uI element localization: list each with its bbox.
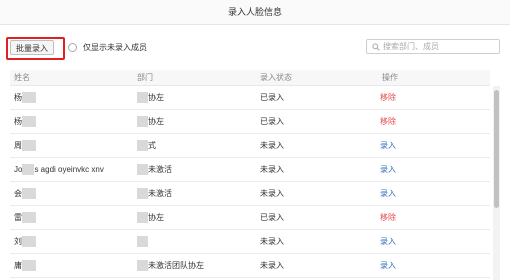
member-name: 杨	[14, 110, 36, 133]
enter-button[interactable]: 录入	[380, 182, 396, 205]
batch-enter-button[interactable]: 批量录入	[10, 40, 54, 55]
enter-button[interactable]: 录入	[380, 134, 396, 157]
remove-button[interactable]: 移除	[380, 110, 396, 133]
table-row: 庸 未激活团队协左 未录入 录入	[10, 254, 490, 278]
table-header: 姓名 部门 录入状态 操作	[10, 70, 490, 86]
member-name: 会	[14, 182, 36, 205]
search-input[interactable]	[383, 42, 493, 51]
member-status: 未录入	[260, 261, 284, 270]
table-row: 刘 未录入 录入	[10, 230, 490, 254]
member-department: 未激活团队协左	[137, 254, 204, 277]
member-name: 庸	[14, 254, 36, 277]
member-status: 已录入	[260, 117, 284, 126]
only-unregistered-checkbox[interactable]	[68, 43, 77, 52]
member-status: 已录入	[260, 213, 284, 222]
member-status: 已录入	[260, 93, 284, 102]
scrollbar[interactable]	[493, 86, 500, 280]
member-name: 雷	[14, 206, 36, 229]
enter-button[interactable]: 录入	[380, 230, 396, 253]
search-box[interactable]	[366, 39, 500, 54]
remove-button[interactable]: 移除	[380, 206, 396, 229]
face-info-dialog: 录入人脸信息 批量录入 仅显示未录入成员 姓名 部门 录入状态 操作 杨 协左 …	[0, 0, 510, 280]
member-department: 协左	[137, 206, 164, 229]
member-department: 式	[137, 134, 156, 157]
member-department: 未激活	[137, 158, 172, 181]
member-status: 未录入	[260, 165, 284, 174]
table-row: Jo s agdi oyeinvkc xnv 未激活 未录入 录入	[10, 158, 490, 182]
table-row: 雷 协左 已录入 移除	[10, 206, 490, 230]
member-department: 未激活	[137, 182, 172, 205]
member-department: 协左	[137, 86, 164, 109]
only-unregistered-toggle[interactable]: 仅显示未录入成员	[68, 42, 147, 53]
header-name: 姓名	[14, 73, 30, 82]
member-department	[137, 230, 148, 253]
member-name: 刘	[14, 230, 36, 253]
member-status: 未录入	[260, 189, 284, 198]
only-unregistered-label: 仅显示未录入成员	[83, 43, 147, 52]
member-department: 协左	[137, 110, 164, 133]
table-row: 周 式 未录入 录入	[10, 134, 490, 158]
member-table: 姓名 部门 录入状态 操作 杨 协左 已录入 移除 杨 协左 已录入 移除 周 …	[10, 70, 501, 280]
member-status: 未录入	[260, 237, 284, 246]
enter-button[interactable]: 录入	[380, 254, 396, 277]
scrollbar-thumb[interactable]	[494, 90, 499, 208]
search-icon	[372, 42, 380, 51]
table-row: 会 未激活 未录入 录入	[10, 182, 490, 206]
table-row: 杨 协左 已录入 移除	[10, 86, 490, 110]
header-department: 部门	[137, 73, 153, 82]
header-action: 操作	[382, 73, 398, 82]
enter-button[interactable]: 录入	[380, 158, 396, 181]
member-name: 杨	[14, 86, 36, 109]
table-row: 杨 协左 已录入 移除	[10, 110, 490, 134]
header-status: 录入状态	[260, 73, 292, 82]
remove-button[interactable]: 移除	[380, 86, 396, 109]
dialog-title: 录入人脸信息	[0, 0, 510, 25]
member-name: Jo s agdi oyeinvkc xnv	[14, 164, 104, 176]
member-status: 未录入	[260, 141, 284, 150]
member-name: 周	[14, 134, 36, 157]
